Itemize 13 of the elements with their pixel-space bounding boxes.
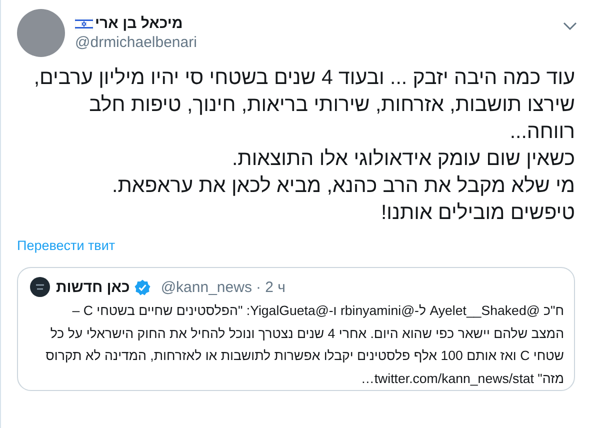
- flag-icon: [75, 18, 93, 30]
- quoted-tweet-text: ח"כ @Ayelet__Shaked ל-@rbinyamini ו-@YigalGueta: "הפלסטינים שחיים בשטחי C – המצב שלהם יישאר כפי שהוא היום. אחרי 4 שנים נצטרך ונוכל להחיל את החוק הישראלי על כל שטחי C ואז אותם 100 אלף פלסטינים יקבלו אפשרות לתושבות או לאזרחות, המדינה לא תקרוס מזה" twitter.com/kann_news/stat…: [44, 302, 564, 388]
- author-handle[interactable]: @drmichaelbenari: [75, 34, 553, 51]
- quoted-author-handle[interactable]: @kann_news: [160, 278, 252, 296]
- tweet-text: עוד כמה היבה יזבק ... ובעוד 4 שנים בשטחי סי יהיו מיליון ערבים, שירצו תושבות, אזרחות, שירותי בריאות, חינוך, טיפות חלב רווחה... כשאין שום עומק אידאולוגי אלו התוצאות. מי שלא מקבל את הרב כהנא, מביא לכאן את עראפאת. טיפשים מובילים אותנו!: [32, 65, 575, 226]
- quoted-tweet-card[interactable]: [17, 267, 575, 391]
- translate-link[interactable]: Перевести твит: [17, 238, 116, 253]
- chevron-down-icon[interactable]: [563, 22, 577, 30]
- quoted-tweet-time[interactable]: · 2 ч: [256, 278, 286, 296]
- logo-icon: [30, 277, 50, 297]
- author-name[interactable]: מיכאל בן ארי: [95, 15, 183, 32]
- avatar-photo-placeholder[interactable]: [17, 9, 65, 57]
- quoted-author-name[interactable]: כאן חדשות: [56, 278, 130, 296]
